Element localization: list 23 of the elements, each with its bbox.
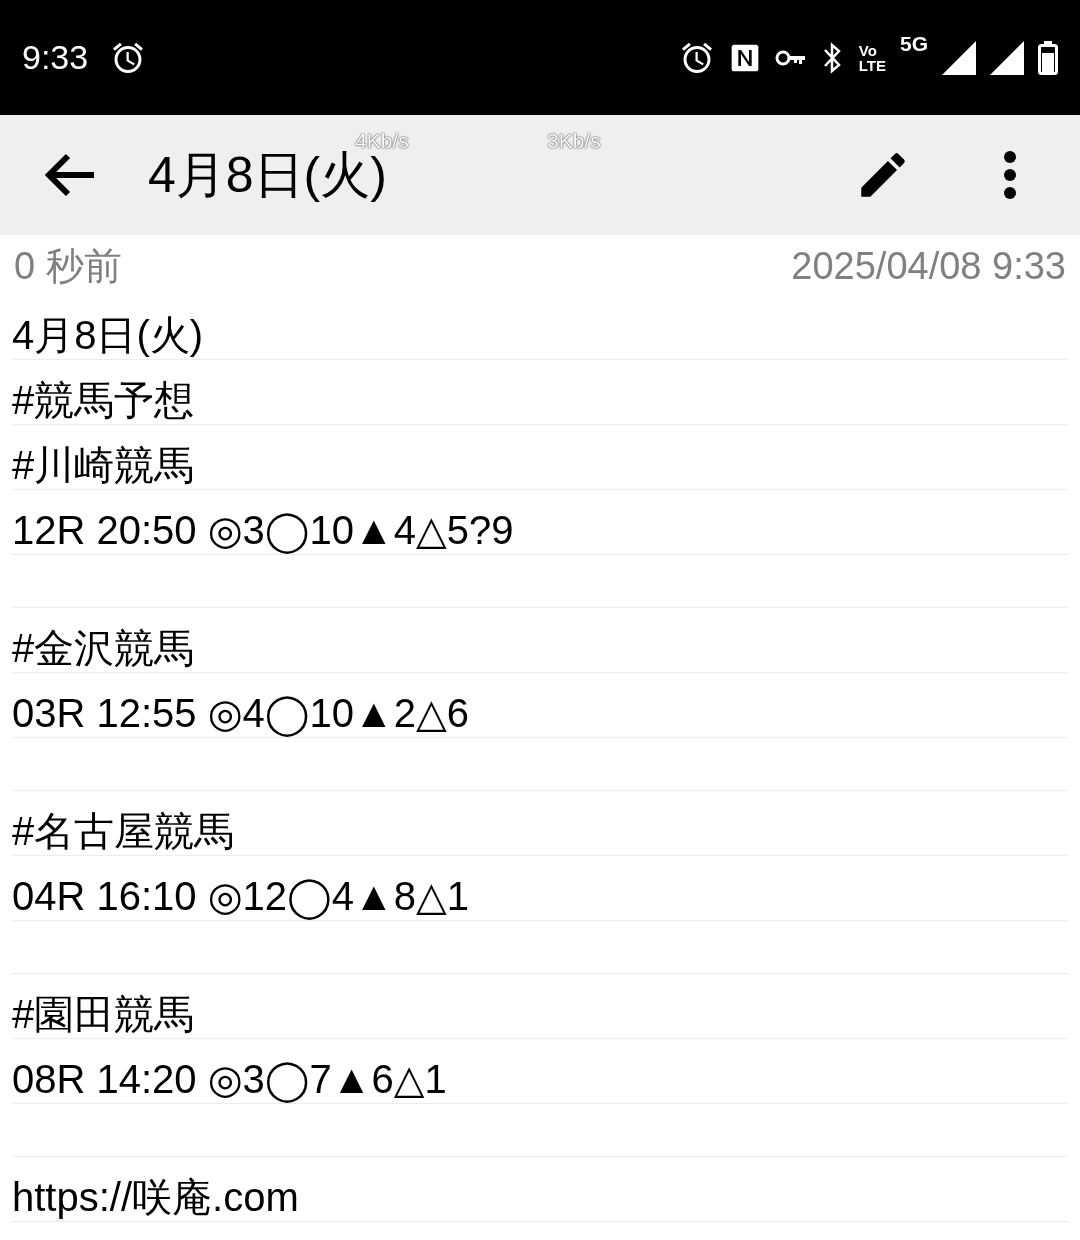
- note-line: 4月8日(火): [12, 312, 204, 359]
- more-vertical-icon: [1002, 150, 1018, 200]
- note-line: 03R 12:55 ◎4◯10▲2△6: [12, 690, 469, 737]
- network-speed: 4Kb/s: [355, 129, 409, 152]
- note-line: #金沢競馬: [12, 625, 195, 672]
- clock-time: 9:33: [22, 38, 89, 77]
- back-arrow-icon: [44, 153, 96, 197]
- network-type: 5G: [900, 31, 928, 56]
- volte-icon: Vo LTE: [858, 42, 886, 73]
- note-line: #名古屋競馬: [12, 808, 235, 855]
- note-line: #競馬予想: [12, 377, 195, 424]
- note-line: #川崎競馬: [12, 442, 195, 489]
- note-line: https://咲庵.com: [12, 1174, 299, 1221]
- battery-icon: [1038, 40, 1058, 75]
- signal-icon: [942, 40, 976, 75]
- network-speed: 3Kb/s: [547, 129, 601, 153]
- timestamp: 2025/04/08 9:33: [790, 244, 1067, 288]
- note-line: 08R 14:20 ◎3◯7▲6△1: [12, 1056, 447, 1103]
- note-line: 04R 16:10 ◎12◯4▲8△1: [12, 873, 469, 920]
- signal-icon: [990, 40, 1024, 75]
- note-line: #園田競馬: [12, 991, 195, 1038]
- note-line: 12R 20:50 ◎3◯10▲4△5?9: [12, 507, 514, 554]
- relative-time: 0 秒前: [13, 243, 123, 289]
